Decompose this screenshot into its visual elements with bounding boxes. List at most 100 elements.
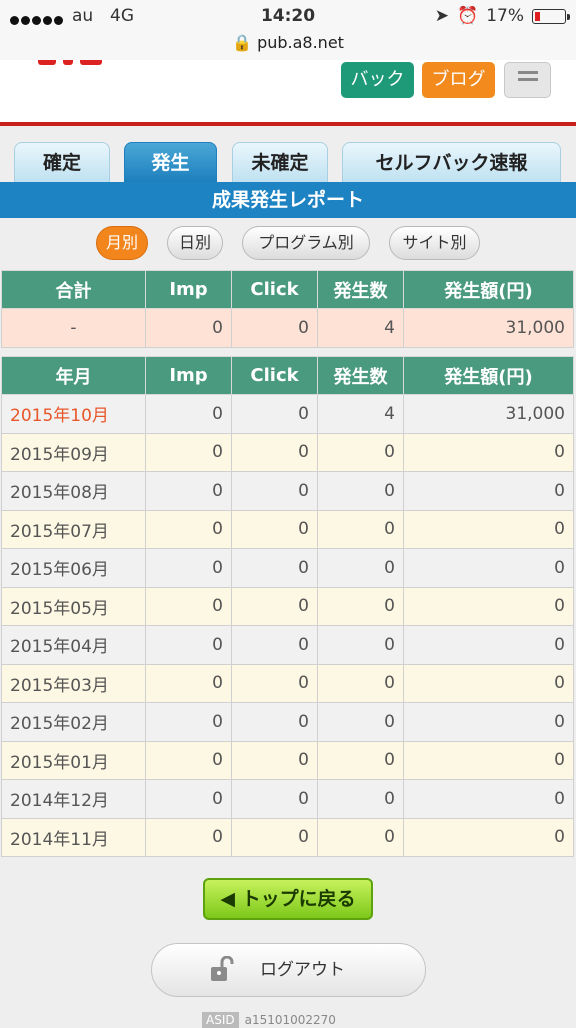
col-amount: 発生額(円) <box>403 356 574 395</box>
cell-click: 0 <box>231 509 318 549</box>
cell-month: 2015年07月 <box>1 509 146 549</box>
cell-click: 0 <box>231 471 318 511</box>
tab-occurred[interactable]: 発生 <box>124 142 217 182</box>
col-click: Click <box>231 356 318 395</box>
col-count: 発生数 <box>317 356 404 395</box>
cell-imp: 0 <box>145 740 232 780</box>
cell-click: 0 <box>231 702 318 742</box>
cell-month: 2015年02月 <box>1 702 146 742</box>
hamburger-icon[interactable] <box>504 62 551 98</box>
summary-total: - <box>1 308 146 348</box>
address-bar[interactable]: 🔒 pub.a8.net <box>0 33 576 52</box>
filter-monthly[interactable]: 月別 <box>96 226 148 260</box>
cell-count: 0 <box>317 471 404 511</box>
table-row: 2015年07月 0 0 0 0 <box>1 509 574 549</box>
cell-month: 2014年12月 <box>1 779 146 819</box>
cell-amount: 0 <box>403 817 574 857</box>
site-header: バック ブログ <box>0 60 576 126</box>
logout-button[interactable]: ログアウト <box>151 943 426 997</box>
cell-count: 0 <box>317 625 404 665</box>
selfback-button[interactable]: バック <box>341 62 414 98</box>
cell-count: 0 <box>317 432 404 472</box>
cell-month[interactable]: 2015年10月 <box>1 394 146 434</box>
cell-imp: 0 <box>145 471 232 511</box>
unlock-icon <box>211 956 234 981</box>
tab-unconfirmed[interactable]: 未確定 <box>232 142 328 182</box>
cell-amount: 0 <box>403 702 574 742</box>
filter-daily[interactable]: 日別 <box>167 226 223 260</box>
cell-month: 2015年03月 <box>1 663 146 703</box>
cell-count: 0 <box>317 702 404 742</box>
cell-amount: 0 <box>403 432 574 472</box>
cell-amount: 0 <box>403 663 574 703</box>
col-count: 発生数 <box>317 270 404 309</box>
cell-click: 0 <box>231 586 318 626</box>
cell-count: 0 <box>317 817 404 857</box>
triangle-left-icon: ◀ <box>220 888 235 910</box>
summary-table: 合計 Imp Click 発生数 発生額(円) - 0 0 4 31,000 <box>1 270 574 348</box>
location-arrow-icon: ➤ <box>434 6 450 26</box>
page-title: 成果発生レポート <box>0 182 576 218</box>
cell-click: 0 <box>231 663 318 703</box>
table-row: 2015年08月 0 0 0 0 <box>1 471 574 511</box>
logo-fragment <box>18 60 108 66</box>
cell-click: 0 <box>231 625 318 665</box>
cell-imp: 0 <box>145 817 232 857</box>
col-imp: Imp <box>145 356 232 395</box>
battery-percent: 17% <box>486 6 524 26</box>
filter-by-program[interactable]: プログラム別 <box>242 226 370 260</box>
table-row: 2015年02月 0 0 0 0 <box>1 702 574 742</box>
back-to-top-button[interactable]: ◀ トップに戻る <box>203 878 373 920</box>
cell-amount: 31,000 <box>403 394 574 434</box>
summary-amount: 31,000 <box>403 308 574 348</box>
cell-amount: 0 <box>403 586 574 626</box>
tab-confirmed[interactable]: 確定 <box>14 142 110 182</box>
cell-amount: 0 <box>403 740 574 780</box>
table-row: 2015年10月 0 0 4 31,000 <box>1 394 574 434</box>
cell-amount: 0 <box>403 625 574 665</box>
summary-header-row: 合計 Imp Click 発生数 発生額(円) <box>1 270 574 309</box>
col-click: Click <box>231 270 318 309</box>
table-row: 2014年12月 0 0 0 0 <box>1 779 574 819</box>
cell-amount: 0 <box>403 548 574 588</box>
cell-amount: 0 <box>403 471 574 511</box>
cell-month: 2015年04月 <box>1 625 146 665</box>
table-row: 2015年05月 0 0 0 0 <box>1 586 574 626</box>
col-month: 年月 <box>1 356 146 395</box>
cell-click: 0 <box>231 779 318 819</box>
table-row: 2015年03月 0 0 0 0 <box>1 663 574 703</box>
logout-label: ログアウト <box>260 960 345 980</box>
cell-click: 0 <box>231 548 318 588</box>
table-row: 2015年09月 0 0 0 0 <box>1 432 574 472</box>
cell-count: 0 <box>317 509 404 549</box>
monthly-table: 年月 Imp Click 発生数 発生額(円) 2015年10月 0 0 4 31,00… <box>1 356 574 857</box>
cell-month: 2015年05月 <box>1 586 146 626</box>
asid-info: ASID a15101002270 <box>202 1012 336 1028</box>
cell-month: 2015年01月 <box>1 740 146 780</box>
status-bar: au 4G 14:20 ➤ ⏰ 17% 🔒 pub.a8.net <box>0 0 576 60</box>
cell-month: 2014年11月 <box>1 817 146 857</box>
filter-by-site[interactable]: サイト別 <box>389 226 480 260</box>
asid-value: a15101002270 <box>244 1013 336 1027</box>
table-row: 2015年04月 0 0 0 0 <box>1 625 574 665</box>
col-total: 合計 <box>1 270 146 309</box>
cell-imp: 0 <box>145 663 232 703</box>
cell-count: 0 <box>317 548 404 588</box>
table-row: 2014年11月 0 0 0 0 <box>1 817 574 857</box>
battery-icon <box>532 8 570 24</box>
monthly-header-row: 年月 Imp Click 発生数 発生額(円) <box>1 356 574 395</box>
cell-amount: 0 <box>403 509 574 549</box>
cell-imp: 0 <box>145 586 232 626</box>
tab-selfback-report[interactable]: セルフバック速報 <box>342 142 561 182</box>
cell-count: 0 <box>317 779 404 819</box>
cell-click: 0 <box>231 740 318 780</box>
blog-button[interactable]: ブログ <box>422 62 495 98</box>
lock-icon: 🔒 <box>232 33 252 52</box>
cell-click: 0 <box>231 394 318 434</box>
col-amount: 発生額(円) <box>403 270 574 309</box>
summary-click: 0 <box>231 308 318 348</box>
cell-imp: 0 <box>145 394 232 434</box>
cell-imp: 0 <box>145 432 232 472</box>
cell-count: 4 <box>317 394 404 434</box>
table-row: 2015年06月 0 0 0 0 <box>1 548 574 588</box>
